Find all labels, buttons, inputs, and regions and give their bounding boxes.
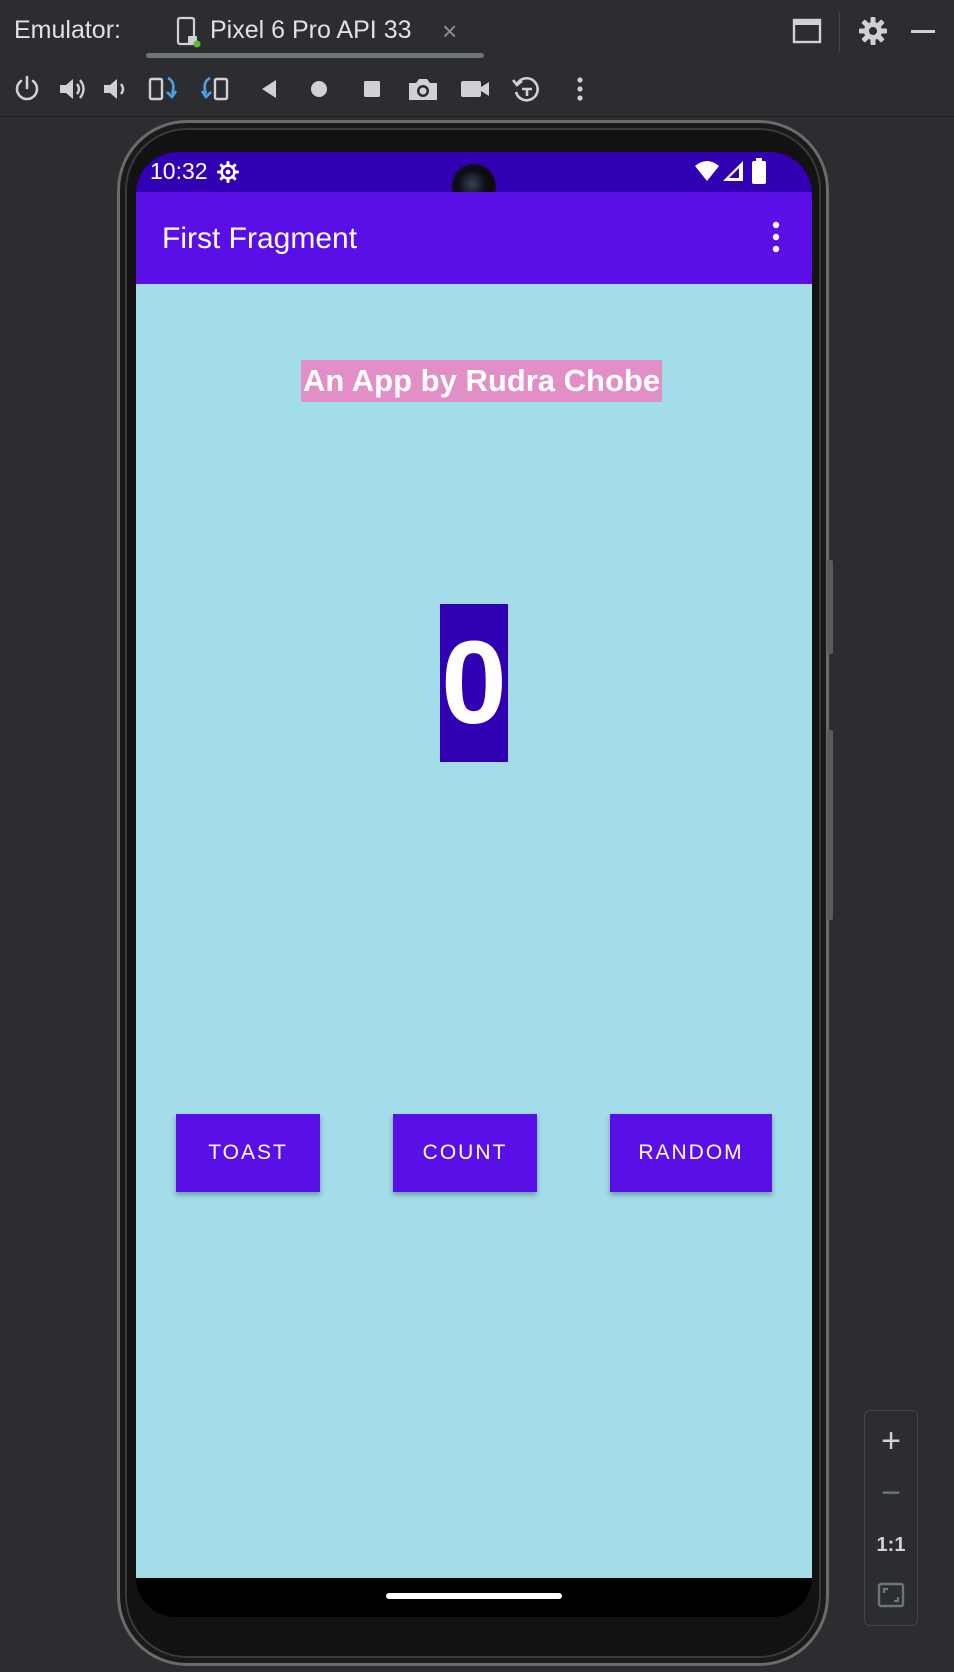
- home-gesture-handle[interactable]: [386, 1593, 562, 1599]
- zoom-in-button[interactable]: +: [865, 1417, 917, 1465]
- phone-screen[interactable]: 10:32 First Fragment An App by Rudra Cho…: [136, 152, 812, 1617]
- rotate-right-icon: [200, 76, 229, 101]
- rotate-left-icon: [148, 76, 178, 101]
- volume-down-button[interactable]: [98, 72, 132, 106]
- toolbar-divider: [839, 12, 840, 52]
- overview-icon: [364, 81, 380, 97]
- volume-down-icon: [104, 79, 125, 99]
- fit-screen-button[interactable]: [865, 1571, 917, 1619]
- window-mode-icon[interactable]: [790, 14, 824, 48]
- fragment-content: An App by Rudra Chobe 0 TOAST COUNT RAND…: [136, 284, 812, 1617]
- app-bar: First Fragment: [136, 192, 812, 284]
- zoom-controls: + − 1:1: [864, 1410, 918, 1626]
- wifi-icon: [695, 161, 719, 181]
- zoom-out-button[interactable]: −: [865, 1469, 917, 1517]
- emulator-label: Emulator:: [14, 16, 121, 44]
- fit-screen-icon: [877, 1582, 905, 1608]
- actual-size-button[interactable]: 1:1: [865, 1521, 917, 1569]
- overview-button[interactable]: [355, 72, 389, 106]
- count-display: 0: [440, 604, 508, 762]
- back-icon: [262, 80, 276, 98]
- battery-icon: [752, 158, 766, 184]
- more-icon: [577, 77, 583, 101]
- toast-button[interactable]: TOAST: [176, 1114, 320, 1192]
- volume-up-icon: [60, 79, 85, 99]
- cellular-signal-icon: [723, 161, 743, 181]
- back-button[interactable]: [252, 72, 286, 106]
- volume-up-button[interactable]: [56, 72, 90, 106]
- phone-side-button: [827, 730, 833, 920]
- screenshot-icon: [409, 79, 437, 100]
- screen-record-icon: [461, 81, 489, 97]
- rotate-right-button[interactable]: [198, 72, 232, 106]
- power-icon: [15, 75, 39, 101]
- emulator-toolbar: [0, 62, 954, 117]
- overflow-menu-icon[interactable]: [764, 220, 788, 254]
- device-phone-icon: [176, 16, 201, 48]
- more-button[interactable]: [563, 72, 597, 106]
- close-tab-icon[interactable]: ×: [442, 18, 457, 44]
- credit-label: An App by Rudra Chobe: [301, 360, 663, 402]
- screenshot-button[interactable]: [406, 72, 440, 106]
- random-button[interactable]: RANDOM: [610, 1114, 772, 1192]
- status-time: 10:32: [150, 158, 208, 184]
- home-icon: [311, 81, 327, 97]
- snapshot-icon: [511, 77, 539, 102]
- device-tab-label: Pixel 6 Pro API 33: [210, 16, 412, 44]
- minimize-icon[interactable]: [906, 14, 940, 48]
- settings-notification-icon: [217, 161, 239, 183]
- home-button[interactable]: [302, 72, 336, 106]
- emulator-tabbar: Emulator: Pixel 6 Pro API 33 ×: [0, 0, 954, 63]
- rotate-left-button[interactable]: [146, 72, 180, 106]
- snapshot-button[interactable]: [510, 72, 544, 106]
- screen-record-button[interactable]: [458, 72, 492, 106]
- count-button[interactable]: COUNT: [393, 1114, 537, 1192]
- device-tab[interactable]: Pixel 6 Pro API 33 ×: [146, 0, 484, 62]
- phone-side-button: [827, 560, 833, 654]
- gear-icon[interactable]: [856, 14, 890, 48]
- power-button[interactable]: [10, 72, 44, 106]
- app-title: First Fragment: [162, 222, 358, 255]
- active-tab-indicator: [146, 53, 484, 58]
- navigation-bar: [136, 1578, 812, 1617]
